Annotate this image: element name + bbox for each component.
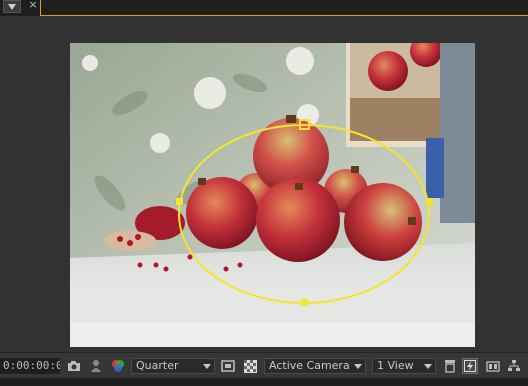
timeline-icon[interactable] (486, 359, 500, 373)
camera-snapshot-icon[interactable] (67, 359, 81, 373)
panel-menu-button[interactable] (3, 0, 21, 13)
view-layout-dropdown[interactable]: 1 View (372, 358, 436, 374)
flowchart-icon[interactable] (507, 359, 521, 373)
camera-dropdown[interactable]: Active Camera (264, 358, 366, 374)
chevron-down-icon (424, 364, 432, 369)
transparency-grid-icon[interactable] (243, 359, 257, 373)
view-layout-value: 1 View (377, 359, 414, 372)
mask-path[interactable] (70, 43, 475, 347)
fast-previews-icon[interactable] (462, 358, 478, 374)
panel-tab-bar: × (0, 0, 528, 16)
chevron-down-icon (354, 364, 362, 369)
color-channel-icon[interactable] (111, 359, 125, 373)
composition-viewer[interactable] (0, 16, 528, 352)
camera-value: Active Camera (269, 359, 350, 372)
tab-edge (40, 0, 41, 16)
mask-vertex-right[interactable] (426, 198, 433, 205)
resolution-value: Quarter (136, 359, 179, 372)
chevron-down-icon (203, 364, 211, 369)
mask-vertex-bottom[interactable] (301, 299, 308, 306)
current-time-display[interactable]: 0:00:00:00 (0, 358, 60, 374)
composition-frame[interactable] (70, 43, 475, 347)
render-3d-icon[interactable] (443, 359, 457, 373)
close-tab-button[interactable]: × (26, 0, 40, 12)
viewer-toolbar: 0:00:00:00 Quarter Active Camera 1 View (0, 352, 528, 379)
resolution-dropdown[interactable]: Quarter (131, 358, 215, 374)
chevron-down-icon (8, 3, 16, 10)
show-snapshot-icon[interactable] (89, 359, 103, 373)
mask-vertex-left[interactable] (176, 198, 183, 205)
region-of-interest-icon[interactable] (221, 359, 235, 373)
bottom-strip (0, 378, 528, 386)
